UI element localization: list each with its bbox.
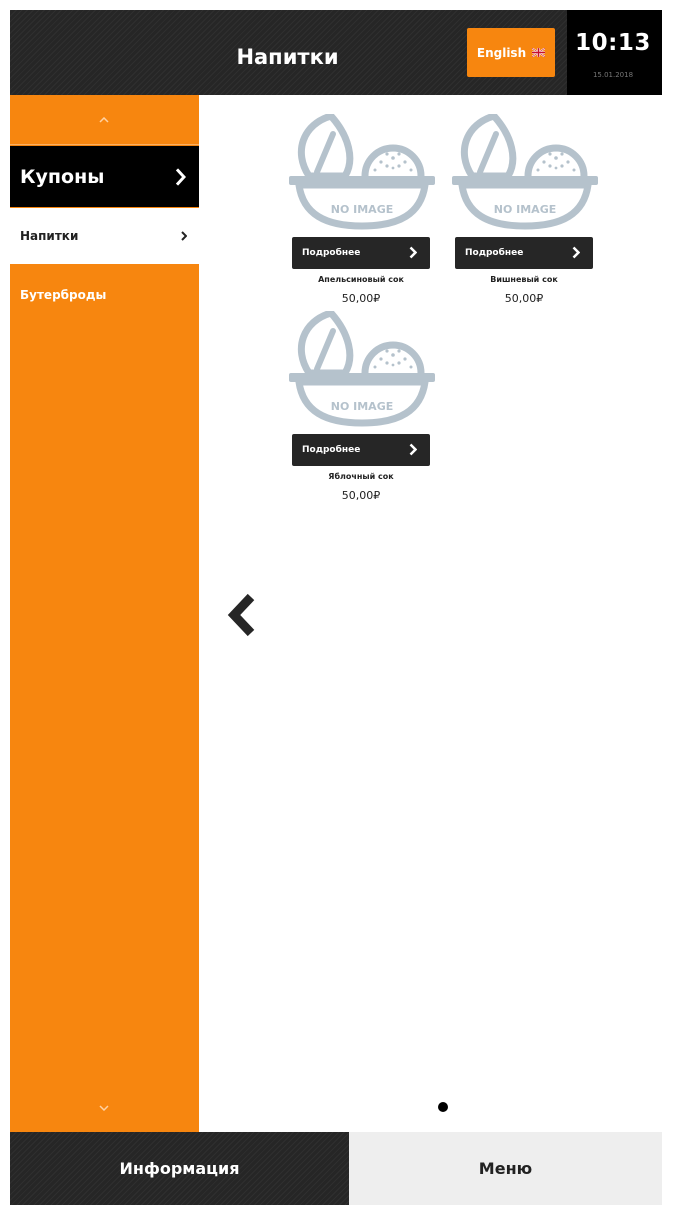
clock-time: 10:13 [575, 30, 651, 56]
sidebar-item-label: Бутерброды [20, 288, 107, 302]
chevron-right-icon [409, 443, 417, 456]
category-scroll-up-button[interactable] [10, 95, 199, 145]
tab-label: Информация [119, 1159, 240, 1178]
sidebar-item-sandwiches[interactable]: Бутерброды [10, 267, 199, 323]
product-card[interactable]: NO IMAGE Подробнее Апельсиновый сок 50,0… [287, 114, 437, 309]
product-image-placeholder: NO IMAGE [450, 114, 600, 234]
chevron-right-icon [409, 246, 417, 259]
chevron-up-icon [99, 117, 109, 123]
clock-date: 15.01.2018 [592, 71, 634, 79]
product-card[interactable]: NO IMAGE Подробнее Яблочный сок 50,00₽ [287, 311, 437, 506]
product-image-placeholder: NO IMAGE [287, 114, 437, 234]
tab-label: Меню [478, 1159, 533, 1178]
no-image-text: NO IMAGE [331, 400, 393, 413]
page-title: Напитки [236, 45, 339, 69]
language-label: English [476, 45, 527, 60]
category-scroll-down-button[interactable] [10, 1090, 199, 1132]
sidebar-item-coupons[interactable]: Купоны [10, 146, 199, 207]
tab-information[interactable]: Информация [10, 1132, 349, 1205]
uk-flag-icon [532, 48, 546, 57]
chevron-right-icon [181, 231, 187, 241]
language-button[interactable]: English [467, 28, 555, 77]
header-bar: Напитки English 10:13 15.01.2018 [10, 10, 662, 95]
details-button[interactable]: Подробнее [292, 434, 430, 466]
product-price: 50,00₽ [341, 489, 381, 502]
page-indicator-dot[interactable] [438, 1102, 448, 1112]
details-button[interactable]: Подробнее [455, 237, 593, 269]
no-image-icon: NO IMAGE [287, 114, 437, 234]
sidebar-divider [10, 144, 199, 145]
sidebar-item-drinks[interactable]: Напитки [10, 208, 199, 264]
product-image-placeholder: NO IMAGE [287, 311, 437, 431]
previous-page-button[interactable] [220, 585, 260, 645]
chevron-right-icon [572, 246, 580, 259]
no-image-icon: NO IMAGE [287, 311, 437, 431]
product-price: 50,00₽ [341, 292, 381, 305]
no-image-text: NO IMAGE [331, 203, 393, 216]
product-price: 50,00₽ [504, 292, 544, 305]
sidebar-item-label: Купоны [20, 165, 105, 188]
chevron-left-icon [227, 593, 255, 637]
tab-menu[interactable]: Меню [349, 1132, 662, 1205]
chevron-right-icon [176, 168, 186, 185]
details-button-label: Подробнее [302, 248, 361, 258]
chevron-down-icon [99, 1105, 109, 1111]
no-image-text: NO IMAGE [494, 203, 556, 216]
clock: 10:13 15.01.2018 [567, 10, 662, 95]
category-sidebar: Купоны Напитки Бутерброды [10, 95, 199, 1132]
product-name: Вишневый сок [490, 275, 558, 284]
product-card[interactable]: NO IMAGE Подробнее Вишневый сок 50,00₽ [450, 114, 600, 309]
sidebar-item-label: Напитки [20, 229, 79, 243]
details-button-label: Подробнее [302, 445, 361, 455]
no-image-icon: NO IMAGE [450, 114, 600, 234]
kiosk-screen: Напитки English 10:13 15.01.2018 Купоны [10, 10, 662, 1205]
product-name: Яблочный сок [328, 472, 394, 481]
details-button-label: Подробнее [465, 248, 524, 258]
details-button[interactable]: Подробнее [292, 237, 430, 269]
product-name: Апельсиновый сок [318, 275, 404, 284]
